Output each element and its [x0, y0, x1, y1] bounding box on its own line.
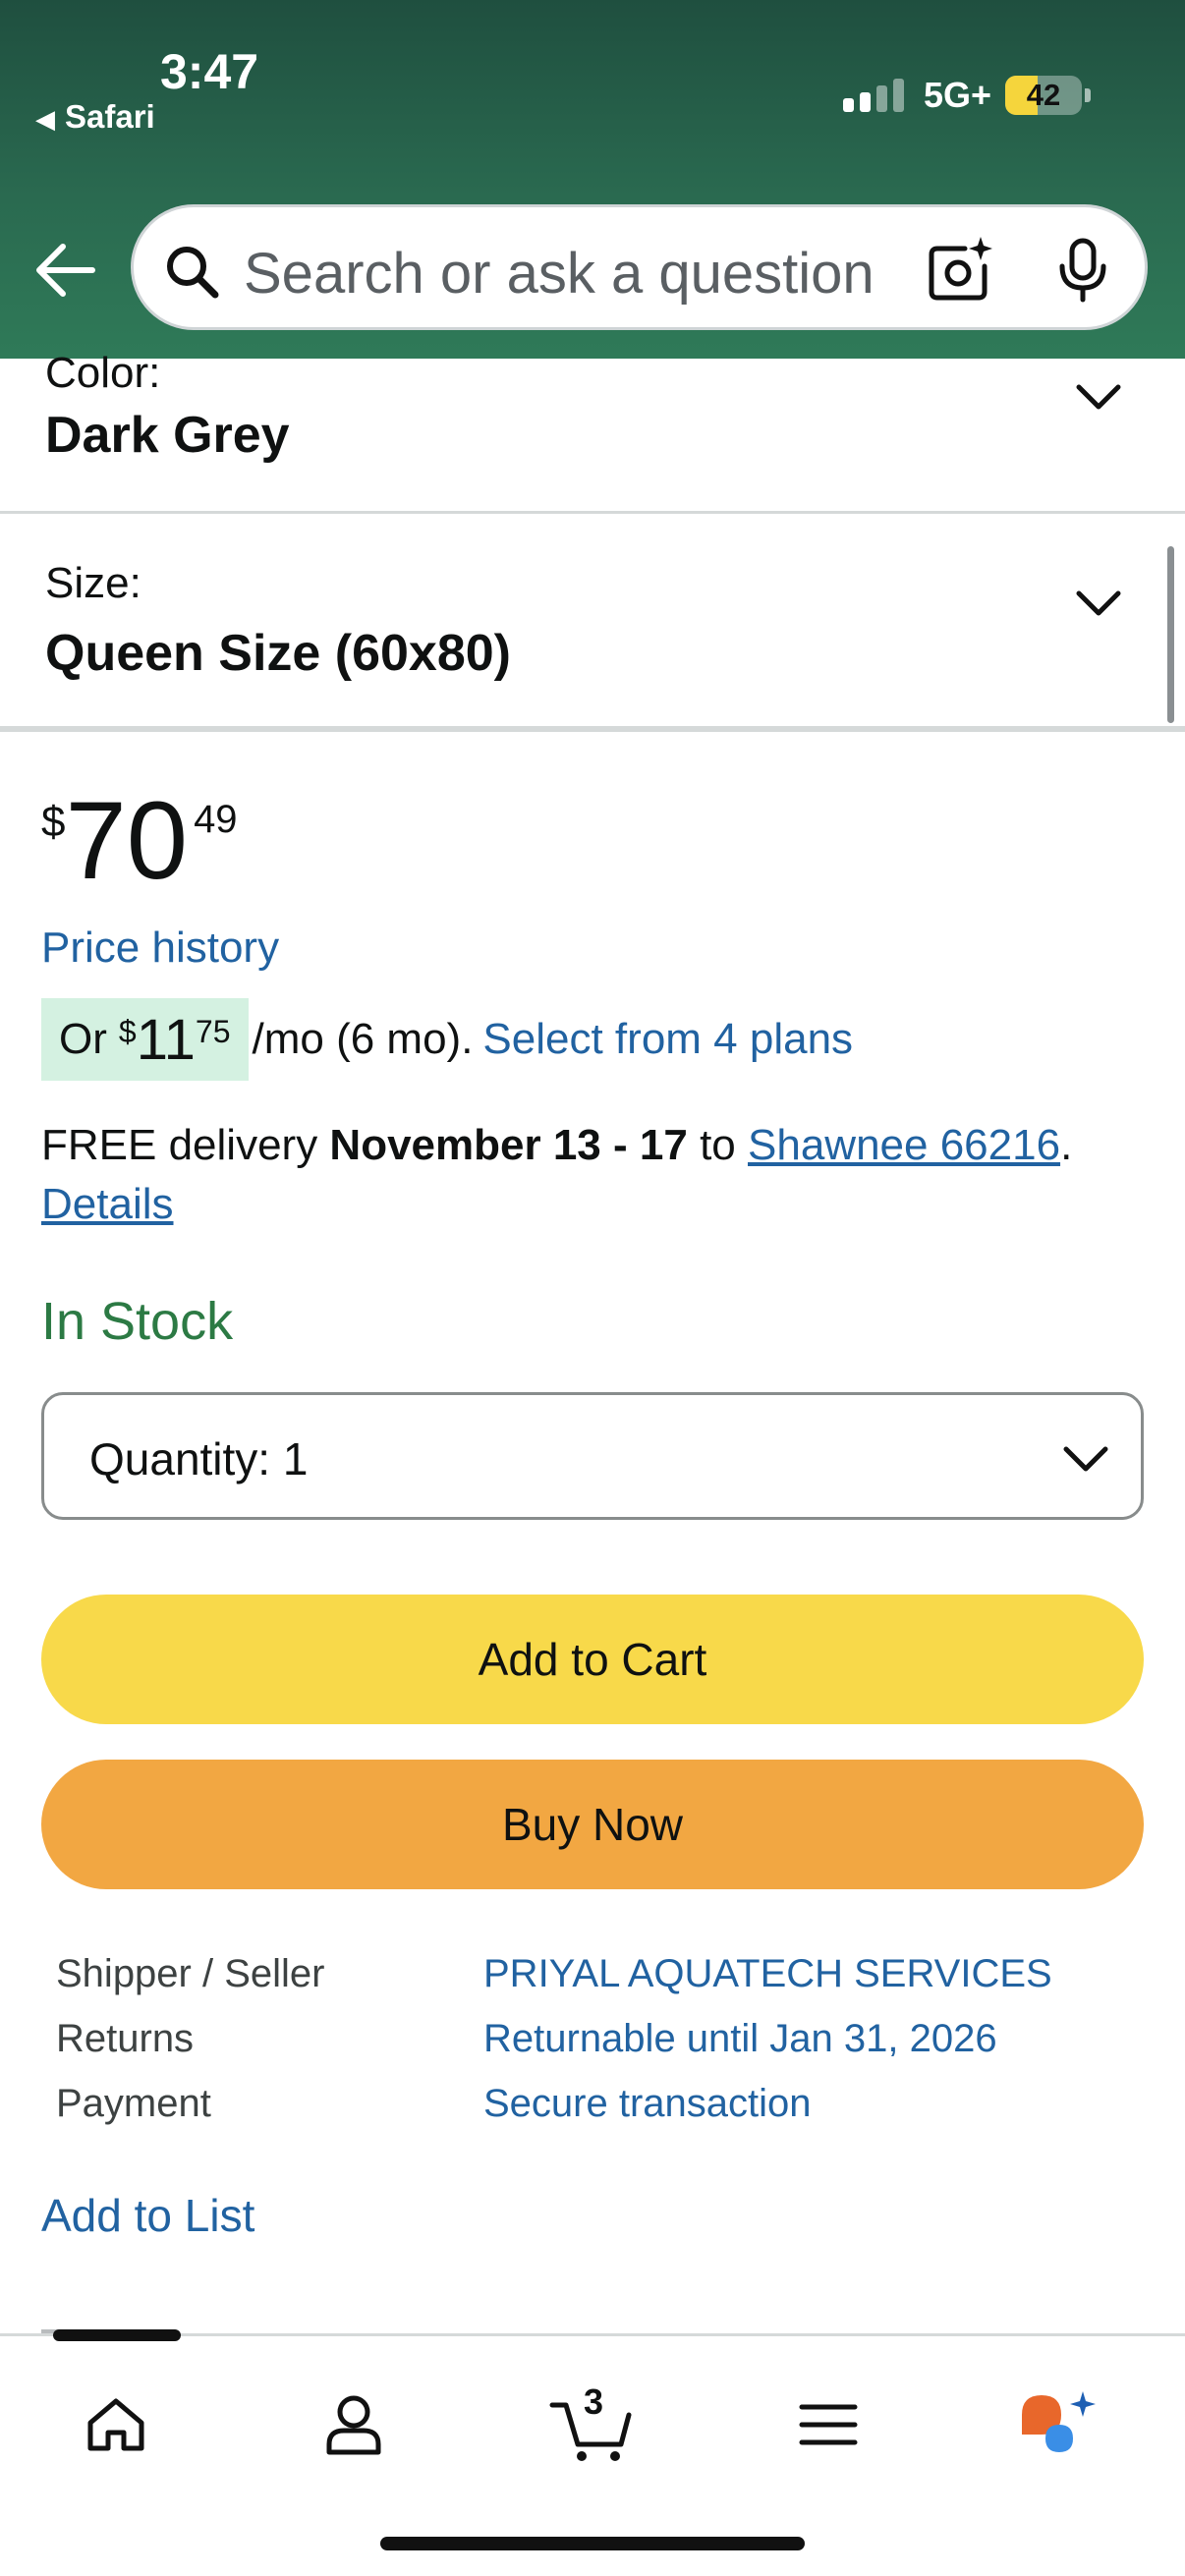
info-row: Returns Returnable until Jan 31, 2026	[56, 2006, 1052, 2071]
color-label: Color:	[45, 349, 161, 397]
seller-info: Shipper / Seller PRIYAL AQUATECH SERVICE…	[56, 1941, 1052, 2136]
delivery-to: to	[700, 1121, 736, 1169]
network-type: 5G+	[923, 75, 991, 115]
installment-suffix: /mo (6 mo).	[252, 1015, 474, 1063]
chevron-down-icon	[1063, 1446, 1108, 1472]
nav-account[interactable]	[312, 2383, 395, 2466]
info-key: Shipper / Seller	[56, 1952, 325, 1995]
rufus-icon	[1022, 2391, 1096, 2452]
search-bar[interactable]: Search or ask a question	[131, 204, 1148, 330]
color-selector[interactable]: Color: Dark Grey	[0, 349, 1185, 514]
status-time: 3:47	[160, 44, 259, 99]
add-to-list-link[interactable]: Add to List	[41, 2189, 254, 2242]
nav-menu[interactable]	[787, 2383, 870, 2466]
quantity-label: Quantity:	[89, 1433, 271, 1484]
info-key: Payment	[56, 2082, 211, 2125]
select-plans-link[interactable]: Select from 4 plans	[482, 1015, 853, 1064]
home-indicator[interactable]	[380, 2537, 805, 2550]
back-arrow-icon[interactable]	[33, 241, 96, 300]
back-app-label: Safari	[65, 98, 155, 135]
stock-status: In Stock	[41, 1292, 234, 1351]
size-selector[interactable]: Size: Queen Size (60x80)	[0, 514, 1185, 732]
nav-cart[interactable]: 3	[548, 2381, 637, 2466]
menu-icon	[799, 2404, 858, 2445]
chevron-down-icon	[1076, 384, 1121, 410]
price-fraction: 49	[194, 798, 238, 841]
buy-now-button[interactable]: Buy Now	[41, 1760, 1144, 1889]
installment-prefix: Or	[59, 1015, 107, 1063]
add-to-cart-button[interactable]: Add to Cart	[41, 1595, 1144, 1724]
quantity-label-group: Quantity: 1	[89, 1432, 308, 1485]
price-currency: $	[41, 798, 66, 846]
info-key: Returns	[56, 2017, 195, 2060]
battery-level: 42	[1026, 78, 1061, 112]
home-icon	[87, 2398, 144, 2451]
battery-cap	[1085, 88, 1091, 102]
delivery-info: FREE delivery November 13 - 17 to Shawne…	[41, 1116, 1152, 1234]
camera-search-icon[interactable]	[926, 235, 994, 304]
scrollbar[interactable]	[1167, 546, 1174, 723]
installment-cents: 75	[195, 1014, 231, 1049]
status-indicators: 5G+ 42	[842, 75, 1091, 116]
quantity-dropdown[interactable]: Quantity: 1	[41, 1392, 1144, 1520]
installment-badge: Or $ 11 75	[41, 998, 249, 1081]
chevron-down-icon	[1076, 590, 1121, 616]
partial-tab-bar	[53, 2329, 181, 2341]
payment-link[interactable]: Secure transaction	[483, 2071, 812, 2136]
installment-currency: $	[118, 1014, 137, 1049]
size-label: Size:	[45, 559, 141, 607]
signal-icon	[842, 79, 904, 112]
quantity-value: 1	[282, 1433, 309, 1484]
back-to-safari-button[interactable]: ◀ Safari	[35, 98, 155, 136]
installment-offer: Or $ 11 75 /mo (6 mo). Select from 4 pla…	[41, 998, 853, 1081]
header: 3:47 ◀ Safari 5G+ 42 Search or ask a ques…	[0, 0, 1185, 359]
partial-tab-indicator	[41, 2329, 181, 2343]
info-row: Payment Secure transaction	[56, 2071, 1052, 2136]
delivery-dates: November 13 - 17	[329, 1121, 688, 1169]
cart-count: 3	[584, 2381, 604, 2422]
installment-whole: 11	[136, 1007, 196, 1072]
delivery-location-link[interactable]: Shawnee 66216	[748, 1121, 1060, 1169]
price-history-link[interactable]: Price history	[41, 924, 279, 973]
info-row: Shipper / Seller PRIYAL AQUATECH SERVICE…	[56, 1941, 1052, 2006]
search-icon	[167, 247, 219, 299]
nav-home[interactable]	[75, 2383, 157, 2466]
microphone-icon[interactable]	[1054, 237, 1111, 304]
delivery-prefix: FREE delivery	[41, 1121, 318, 1169]
delivery-period: .	[1060, 1121, 1073, 1169]
nav-rufus[interactable]	[1018, 2383, 1100, 2466]
account-icon	[326, 2395, 381, 2455]
battery-icon: 42	[1005, 76, 1082, 115]
price-whole: 70	[65, 779, 189, 902]
size-value: Queen Size (60x80)	[45, 625, 511, 682]
color-value: Dark Grey	[45, 407, 290, 464]
returns-link[interactable]: Returnable until Jan 31, 2026	[483, 2006, 997, 2071]
back-triangle-icon: ◀	[35, 104, 55, 134]
seller-link[interactable]: PRIYAL AQUATECH SERVICES	[483, 1941, 1052, 2006]
price: $ 70 49	[41, 786, 238, 896]
delivery-details-link[interactable]: Details	[41, 1180, 174, 1228]
